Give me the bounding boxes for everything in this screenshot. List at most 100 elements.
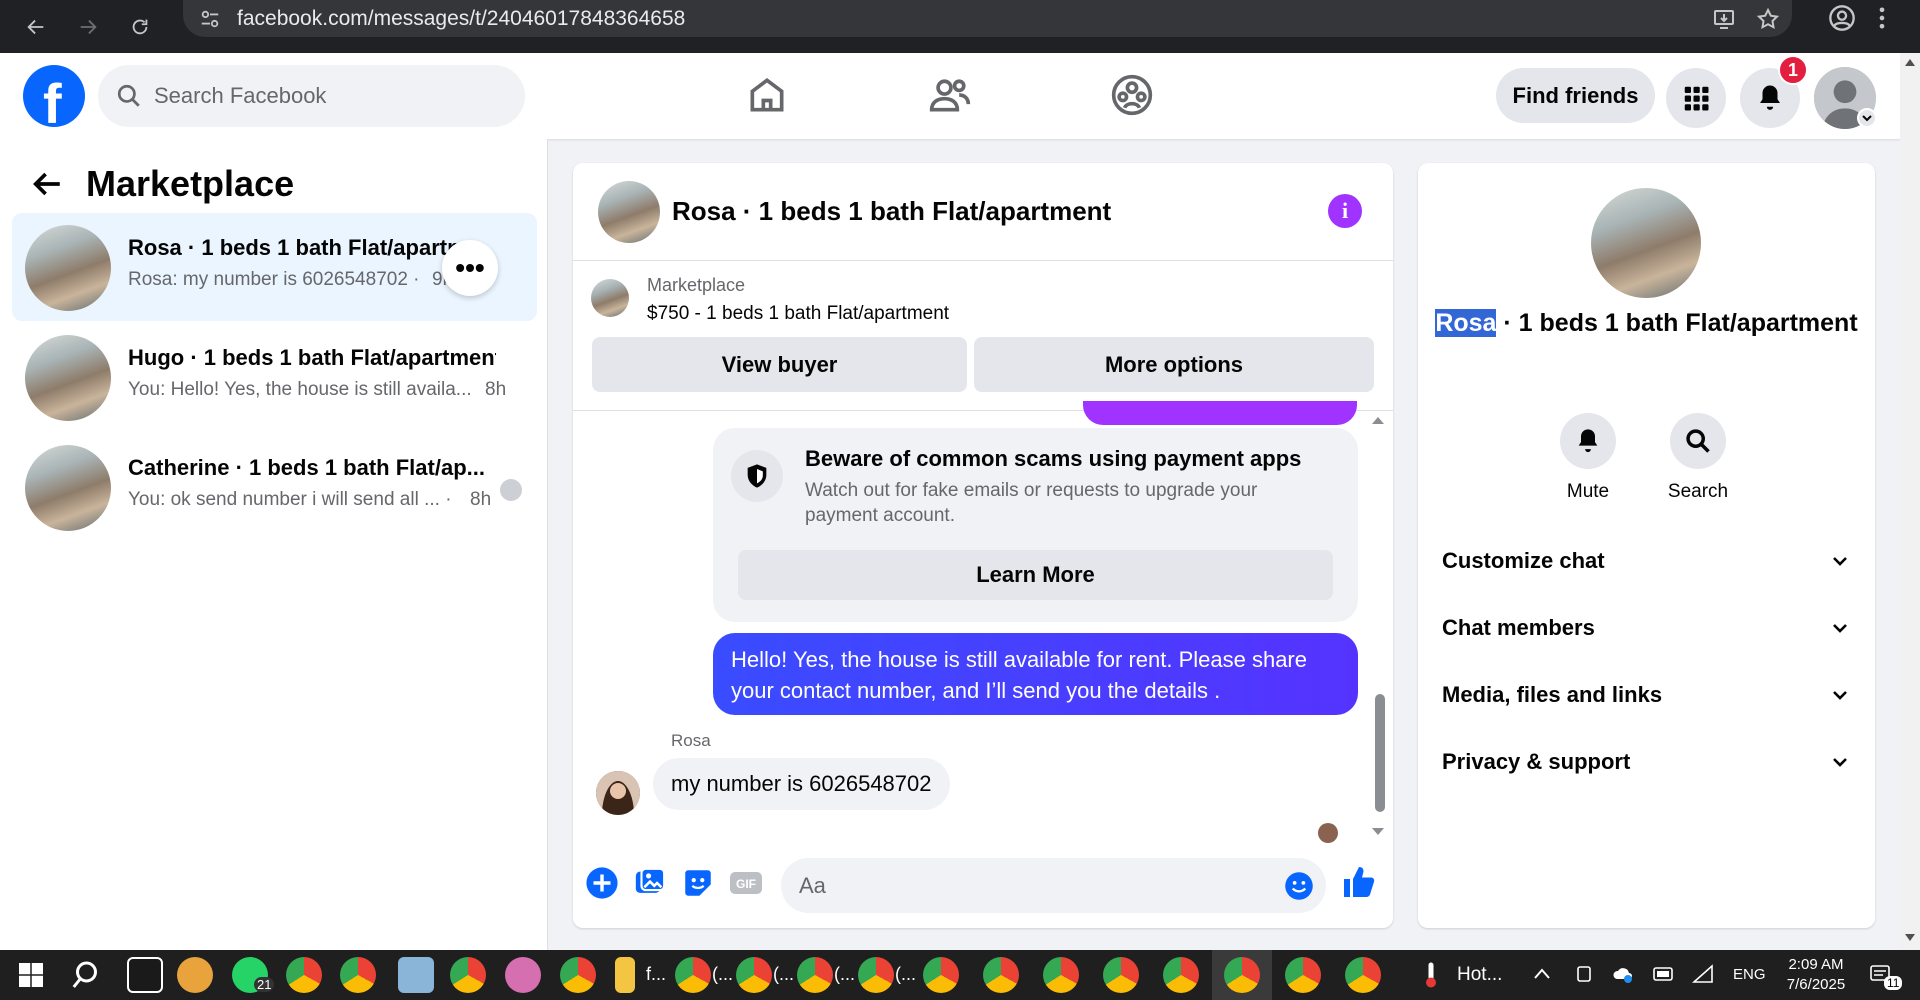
chrome-icon[interactable] (340, 957, 376, 993)
terminal-app-icon[interactable] (127, 957, 163, 993)
cloud-icon[interactable] (1612, 964, 1634, 984)
search-icon (117, 84, 140, 107)
windows-start-icon[interactable] (12, 957, 50, 993)
emoji-icon[interactable] (1284, 871, 1314, 901)
sender-avatar[interactable] (596, 771, 640, 815)
outgoing-message[interactable]: Hello! Yes, the house is still available… (713, 633, 1358, 715)
chrome-icon[interactable] (983, 957, 1019, 993)
battery-icon[interactable] (1653, 966, 1675, 982)
taskbar-window-label[interactable]: (... (895, 964, 916, 985)
message-list: Beware of common scams using payment app… (573, 401, 1393, 846)
back-icon[interactable] (16, 7, 56, 47)
info-icon[interactable]: i (1328, 194, 1362, 228)
taskbar-search-icon[interactable] (70, 957, 106, 993)
groups-icon[interactable] (1110, 73, 1154, 117)
listing-category: Marketplace (647, 275, 746, 295)
chat-scrollbar-thumb[interactable] (1375, 694, 1385, 812)
taskbar-window-label[interactable]: f... (646, 964, 666, 985)
address-bar[interactable]: facebook.com/messages/t/2404601784836465… (183, 0, 1792, 37)
scroll-up-icon[interactable] (1371, 415, 1385, 425)
forward-icon[interactable] (68, 7, 108, 47)
chrome-icon[interactable] (450, 957, 486, 993)
back-arrow-icon[interactable] (30, 167, 64, 201)
seen-avatar (500, 479, 522, 501)
find-friends-button[interactable]: Find friends (1496, 68, 1655, 123)
add-icon[interactable] (585, 866, 619, 900)
friends-icon[interactable] (928, 73, 972, 117)
menu-grid-button[interactable] (1666, 68, 1726, 128)
sticker-icon[interactable] (681, 866, 715, 900)
taskbar-window-label[interactable]: (... (712, 964, 733, 985)
chrome-icon[interactable] (1163, 957, 1199, 993)
chrome-icon[interactable] (675, 957, 711, 993)
conversation-options-button[interactable]: ••• (442, 240, 498, 296)
search-input[interactable]: Search Facebook (98, 65, 525, 127)
chat-details-panel: Rosa · 1 beds 1 bath Flat/apartment Mute… (1418, 163, 1875, 928)
customize-chat-row[interactable]: Customize chat (1442, 541, 1852, 581)
search-conversation-button[interactable]: Search (1648, 413, 1748, 503)
chat-members-row[interactable]: Chat members (1442, 608, 1852, 648)
privacy-support-row[interactable]: Privacy & support (1442, 742, 1852, 782)
home-icon[interactable] (745, 73, 789, 117)
wifi-icon[interactable] (1692, 964, 1714, 984)
chrome-icon[interactable] (736, 957, 772, 993)
mute-button[interactable]: Mute (1538, 413, 1638, 503)
scroll-down-icon[interactable] (1371, 827, 1385, 837)
page-scrollbar[interactable] (1900, 53, 1920, 950)
app-icon[interactable] (505, 957, 541, 993)
app-icon[interactable] (177, 957, 213, 993)
browser-menu-icon[interactable] (1868, 4, 1896, 32)
thumbs-up-icon[interactable] (1341, 864, 1377, 900)
device-icon[interactable] (1574, 964, 1594, 984)
weather-label[interactable]: Hot... (1457, 964, 1502, 986)
chat-details-title: Rosa · 1 beds 1 bath Flat/apartment (1418, 308, 1875, 339)
chrome-icon[interactable] (1345, 957, 1381, 993)
chrome-icon[interactable] (1224, 957, 1260, 993)
chrome-icon[interactable] (858, 957, 894, 993)
mute-label: Mute (1566, 481, 1610, 502)
page-scroll-up-icon[interactable] (1904, 57, 1916, 67)
page-scroll-down-icon[interactable] (1904, 933, 1916, 943)
gif-icon[interactable]: GIF (729, 866, 763, 900)
account-chevron-icon[interactable] (1857, 108, 1877, 128)
conversation-item-catherine[interactable]: Catherine · 1 beds 1 bath Flat/ap... You… (12, 433, 537, 541)
chrome-icon[interactable] (797, 957, 833, 993)
chat-title[interactable]: Rosa · 1 beds 1 bath Flat/apartment (672, 196, 1111, 227)
chrome-icon[interactable] (1285, 957, 1321, 993)
bookmark-star-icon[interactable] (1756, 7, 1780, 31)
message-input[interactable]: Aa (781, 858, 1326, 913)
chevron-up-icon[interactable] (1533, 967, 1551, 981)
learn-more-button[interactable]: Learn More (738, 550, 1333, 600)
view-buyer-button[interactable]: View buyer (592, 337, 967, 392)
chat-thumbnail[interactable] (598, 181, 660, 243)
conversation-preview: Rosa: my number is 6026548702 · (128, 269, 420, 290)
incoming-message[interactable]: my number is 6026548702 (653, 758, 950, 810)
media-files-links-row[interactable]: Media, files and links (1442, 675, 1852, 715)
file-explorer-icon[interactable] (615, 957, 635, 993)
chrome-icon[interactable] (286, 957, 322, 993)
listing-thumbnail (25, 225, 111, 311)
facebook-logo[interactable]: f (23, 65, 85, 135)
site-settings-icon[interactable] (199, 8, 221, 30)
search-placeholder: Search Facebook (154, 83, 327, 108)
system-clock[interactable]: 2:09 AM 7/6/2025 (1776, 955, 1856, 995)
more-options-button[interactable]: More options (974, 337, 1374, 392)
chrome-icon[interactable] (1103, 957, 1139, 993)
chrome-icon[interactable] (1043, 957, 1079, 993)
notes-app-icon[interactable] (398, 957, 434, 993)
conversation-item-hugo[interactable]: Hugo · 1 beds 1 bath Flat/apartment You:… (12, 323, 537, 431)
browser-profile-icon[interactable] (1828, 4, 1856, 32)
highlighted-name: Rosa (1435, 309, 1497, 337)
photo-icon[interactable] (633, 866, 667, 900)
install-app-icon[interactable] (1712, 7, 1736, 31)
chrome-icon[interactable] (923, 957, 959, 993)
language-indicator[interactable]: ENG (1733, 966, 1766, 983)
chrome-icon[interactable] (560, 957, 596, 993)
thermometer-icon[interactable] (1420, 960, 1442, 990)
conversation-item-rosa[interactable]: Rosa · 1 beds 1 bath Flat/apartment Rosa… (12, 213, 537, 321)
taskbar-window-label[interactable]: (... (834, 964, 855, 985)
reload-icon[interactable] (120, 7, 160, 47)
chat-details-thumbnail[interactable] (1591, 188, 1701, 298)
conversation-name: Catherine · 1 beds 1 bath Flat/ap... (128, 455, 485, 480)
taskbar-window-label[interactable]: (... (773, 964, 794, 985)
